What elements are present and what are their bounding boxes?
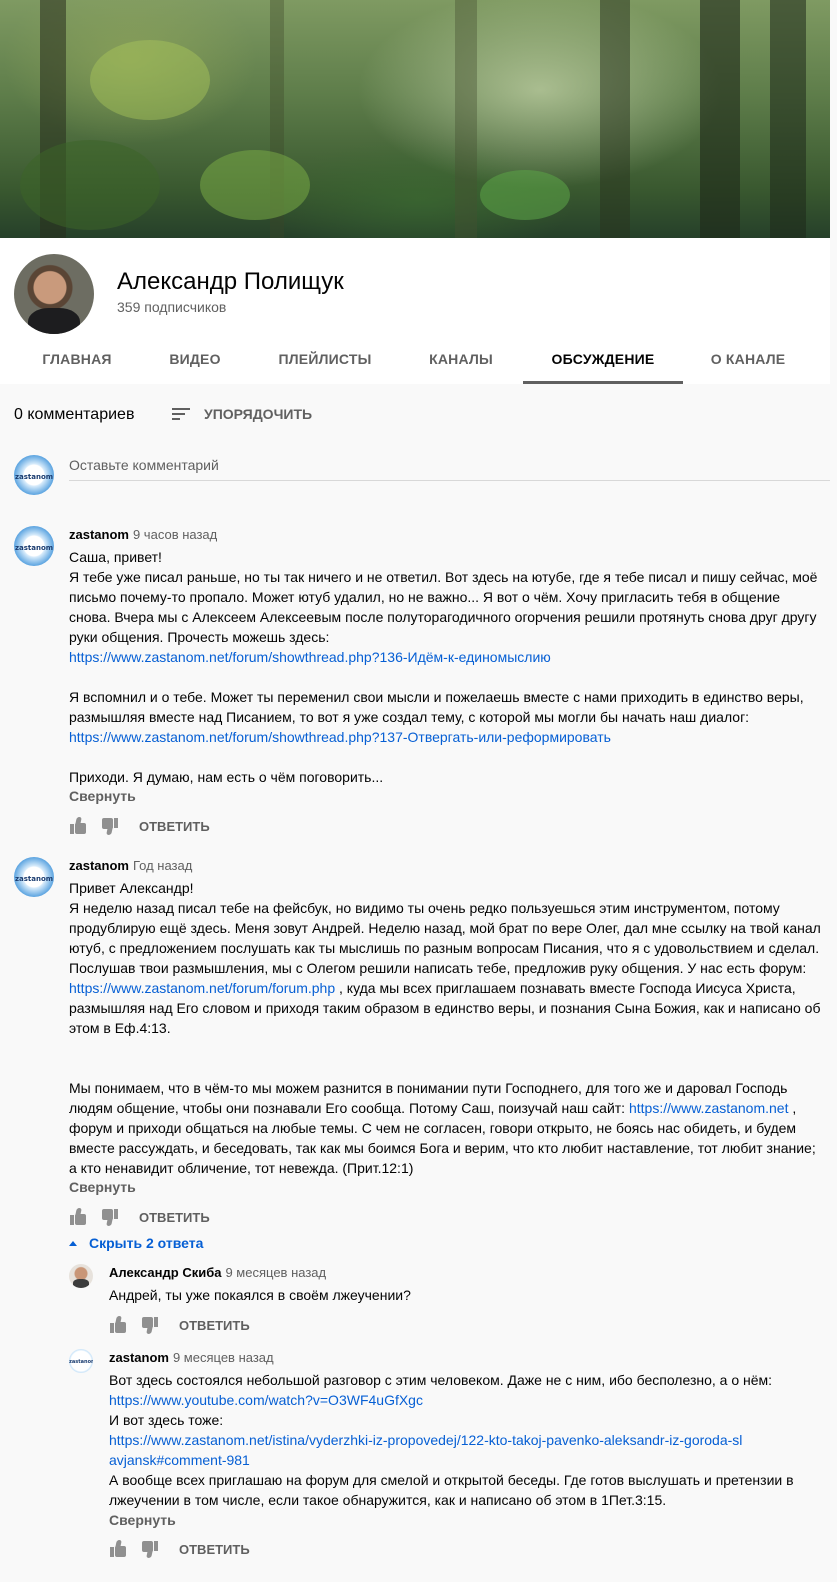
tab-about[interactable]: О КАНАЛЕ xyxy=(697,334,799,384)
comment-author[interactable]: zastanom xyxy=(69,858,129,873)
tab-playlists[interactable]: ПЛЕЙЛИСТЫ xyxy=(266,334,384,384)
channel-header: Александр Полищук 359 подписчиков ГЛАВНА… xyxy=(0,238,830,384)
dislike-icon[interactable] xyxy=(141,1540,159,1558)
comment-header: zastanom Год назад xyxy=(69,857,192,875)
current-user-avatar: zastanom xyxy=(14,455,54,495)
channel-tabs: ГЛАВНАЯ ВИДЕО ПЛЕЙЛИСТЫ КАНАЛЫ ОБСУЖДЕНИ… xyxy=(0,334,830,384)
tab-home[interactable]: ГЛАВНАЯ xyxy=(30,334,124,384)
hide-replies-label: Скрыть 2 ответа xyxy=(89,1235,204,1251)
like-icon[interactable] xyxy=(109,1316,127,1334)
comment-link[interactable]: https://www.zastanom.net xyxy=(629,1100,789,1116)
comment-input[interactable]: Оставьте комментарий xyxy=(69,457,830,481)
collapse-button[interactable]: Свернуть xyxy=(69,1179,136,1195)
reply-author[interactable]: Александр Скиба xyxy=(109,1265,221,1280)
reply-button[interactable]: ОТВЕТИТЬ xyxy=(179,1542,250,1557)
reply-button[interactable]: ОТВЕТИТЬ xyxy=(179,1318,250,1333)
sort-label: УПОРЯДОЧИТЬ xyxy=(204,406,313,422)
comment-avatar[interactable]: zastanom xyxy=(14,857,54,897)
reply-actions: ОТВЕТИТЬ xyxy=(109,1315,250,1335)
channel-avatar[interactable] xyxy=(14,254,94,334)
sort-button[interactable]: УПОРЯДОЧИТЬ xyxy=(172,405,312,423)
comment-actions: ОТВЕТИТЬ xyxy=(69,816,210,836)
sort-icon xyxy=(172,405,192,423)
comment-link[interactable]: https://www.zastanom.net/forum/showthrea… xyxy=(69,649,551,665)
collapse-button[interactable]: Свернуть xyxy=(109,1512,176,1528)
comment-actions: ОТВЕТИТЬ xyxy=(69,1207,210,1227)
like-icon[interactable] xyxy=(69,1208,87,1226)
reply-text: Вот здесь состоялся небольшой разговор с… xyxy=(109,1372,794,1508)
reply-avatar[interactable]: zastanom xyxy=(69,1349,93,1373)
dislike-icon[interactable] xyxy=(101,1208,119,1226)
reply-header: Александр Скиба 9 месяцев назад xyxy=(109,1264,326,1282)
comment-text: Привет Александр! Я неделю назад писал т… xyxy=(69,880,821,1176)
tab-videos[interactable]: ВИДЕО xyxy=(155,334,235,384)
comment-header: zastanom 9 часов назад xyxy=(69,526,217,544)
hide-replies-button[interactable]: Скрыть 2 ответа xyxy=(69,1235,203,1251)
dislike-icon[interactable] xyxy=(101,817,119,835)
channel-banner xyxy=(0,0,830,238)
subscriber-count: 359 подписчиков xyxy=(117,299,227,315)
comment-link[interactable]: https://www.zastanom.net/forum/showthrea… xyxy=(69,729,611,745)
reply-time[interactable]: 9 месяцев назад xyxy=(225,1265,326,1280)
comment-time[interactable]: 9 часов назад xyxy=(133,527,217,542)
reply-actions: ОТВЕТИТЬ xyxy=(109,1539,250,1559)
reply-text: Андрей, ты уже покаялся в своём лжеучени… xyxy=(109,1287,411,1303)
caret-up-icon xyxy=(69,1240,77,1246)
comment-time[interactable]: Год назад xyxy=(133,858,192,873)
tab-channels[interactable]: КАНАЛЫ xyxy=(415,334,507,384)
comment-text: Саша, привет! Я тебе уже писал раньше, н… xyxy=(69,549,818,785)
reply-button[interactable]: ОТВЕТИТЬ xyxy=(139,1210,210,1225)
reply-time[interactable]: 9 месяцев назад xyxy=(173,1350,274,1365)
reply-author[interactable]: zastanom xyxy=(109,1350,169,1365)
comment-count: 0 комментариев xyxy=(14,406,135,423)
channel-name: Александр Полищук xyxy=(117,268,344,295)
comment-author[interactable]: zastanom xyxy=(69,527,129,542)
reply-link[interactable]: https://www.youtube.com/watch?v=O3WF4uGf… xyxy=(109,1392,423,1408)
like-icon[interactable] xyxy=(109,1540,127,1558)
reply-header: zastanom 9 месяцев назад xyxy=(109,1349,274,1367)
collapse-button[interactable]: Свернуть xyxy=(69,788,136,804)
reply-button[interactable]: ОТВЕТИТЬ xyxy=(139,819,210,834)
dislike-icon[interactable] xyxy=(141,1316,159,1334)
reply-avatar[interactable] xyxy=(69,1264,93,1288)
comment-link[interactable]: https://www.zastanom.net/forum/forum.php xyxy=(69,980,335,996)
reply-link[interactable]: https://www.zastanom.net/istina/vyderzhk… xyxy=(109,1432,742,1468)
like-icon[interactable] xyxy=(69,817,87,835)
comment-avatar[interactable]: zastanom xyxy=(14,526,54,566)
tab-discussion[interactable]: ОБСУЖДЕНИЕ xyxy=(523,334,683,384)
